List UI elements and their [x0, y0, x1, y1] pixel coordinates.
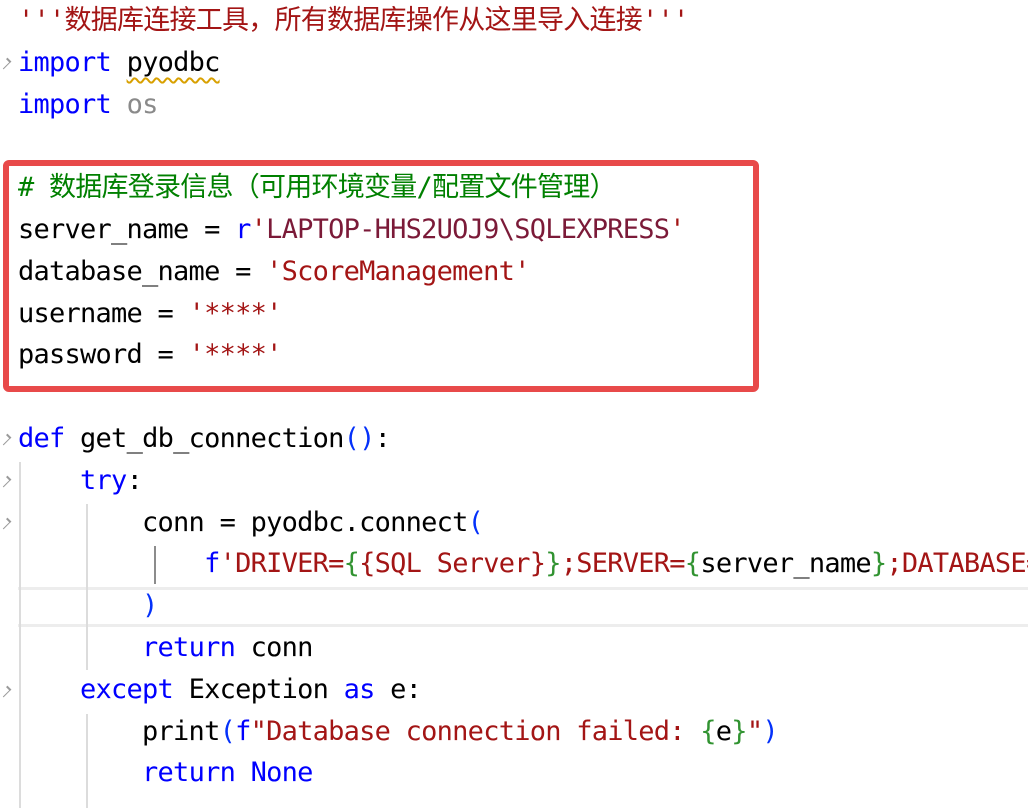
code-token: as [343, 673, 376, 705]
code-line: return None [18, 752, 313, 794]
code-token: 'DRIVER= [219, 548, 345, 580]
current-line-highlight [18, 587, 1028, 627]
code-line: print(f"Database connection failed: {e}"… [18, 711, 779, 753]
code-token: print [18, 715, 220, 747]
code-token: try [80, 464, 127, 496]
code-token: pyodbc [126, 46, 221, 78]
code-token: f [235, 715, 251, 747]
code-line: except Exception as e: [18, 669, 422, 711]
code-token: ( [467, 506, 484, 538]
fold-chevron-icon[interactable] [0, 685, 12, 698]
code-token: "Database connection failed: [250, 715, 701, 747]
code-token: {SQL Server} [359, 548, 546, 580]
annotation-highlight-box [3, 160, 759, 392]
fold-chevron-icon[interactable] [0, 475, 12, 488]
code-token: except [80, 673, 174, 705]
code-token: Exception [173, 673, 344, 705]
code-token: import [18, 88, 112, 120]
code-token: } [545, 548, 561, 580]
code-token: server_name [700, 548, 871, 580]
code-token: return [142, 632, 236, 663]
code-token: f [204, 548, 220, 580]
code-editor[interactable]: '''数据库连接工具，所有数据库操作从这里导入连接''' import pyodb… [0, 0, 1028, 808]
code-token: ( [219, 715, 236, 747]
code-token: ) [142, 590, 158, 622]
code-token: conn [235, 632, 314, 663]
code-token: def [18, 423, 65, 454]
code-token: '''数据库连接工具，所有数据库操作从这里导入连接''' [18, 5, 689, 36]
code-line: f'DRIVER={{SQL Server}};SERVER={server_n… [18, 543, 1028, 585]
code-token: : [126, 464, 143, 496]
code-token: conn = pyodbc.connect [18, 506, 468, 538]
code-token: () [343, 423, 376, 454]
code-token: e: [374, 673, 422, 705]
code-line: return conn [18, 627, 313, 669]
code-token: import [18, 46, 112, 78]
code-token: } [870, 548, 887, 580]
code-token: ;SERVER= [560, 548, 686, 580]
code-token: os [126, 88, 159, 120]
fold-chevron-icon[interactable] [0, 517, 12, 530]
code-line: try: [18, 460, 143, 502]
code-token: get_db_connection [80, 423, 344, 454]
code-token: } [731, 715, 747, 747]
code-token: return [142, 757, 236, 789]
fold-chevron-icon[interactable] [0, 57, 12, 70]
code-token: { [684, 548, 701, 580]
code-line: import os [18, 84, 158, 126]
code-token: ;DATABASE= [886, 548, 1028, 580]
code-token: e [715, 715, 732, 747]
code-line: def get_db_connection(): [18, 418, 391, 460]
code-line: import pyodbc [18, 42, 220, 84]
code-line: conn = pyodbc.connect( [18, 502, 484, 544]
code-token: { [700, 715, 716, 747]
code-line: '''数据库连接工具，所有数据库操作从这里导入连接''' [18, 0, 689, 42]
code-token: None [250, 757, 314, 789]
code-token: " [746, 715, 763, 747]
code-token: { [343, 548, 360, 580]
code-token: ) [762, 715, 778, 747]
fold-chevron-icon[interactable] [0, 433, 12, 446]
code-token: : [374, 423, 391, 454]
code-line: ) [18, 585, 158, 627]
